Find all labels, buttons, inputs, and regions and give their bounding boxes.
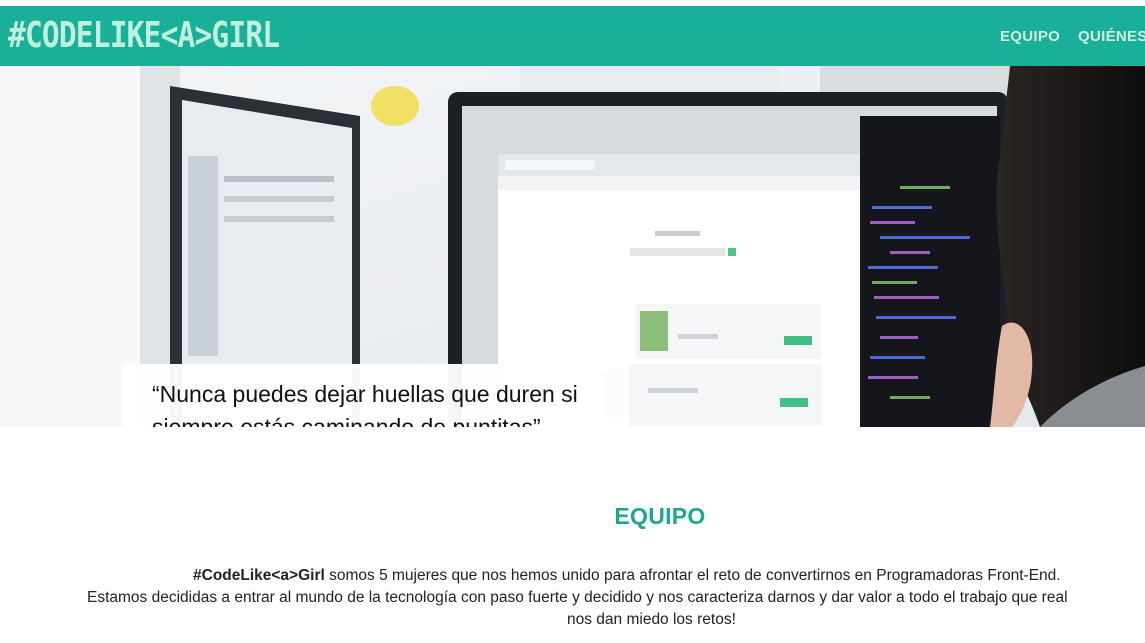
quote-card: “Nunca puedes dejar huellas que duren si… [122,364,629,427]
nav-link-equipo[interactable]: EQUIPO [1000,28,1060,45]
hero-quote: “Nunca puedes dejar huellas que duren si… [152,381,578,427]
nav-link-quienes[interactable]: QUIÉNES [1078,28,1145,45]
site-logo[interactable]: #CODELIKE<A>GIRL [8,16,280,56]
navbar: #CODELIKE<A>GIRL EQUIPO QUIÉNES [0,6,1145,66]
about-line-3: nos dan miedo los retos! [567,611,736,628]
section-title-equipo: EQUIPO [614,503,706,530]
about-line-1: #CodeLike<a>Girl somos 5 mujeres que nos… [193,565,1061,586]
about-line-1-text: somos 5 mujeres que nos hemos unido para… [324,567,1061,584]
about-line-2: Estamos decididas a entrar al mundo de l… [87,589,1068,606]
hero-banner: “Nunca puedes dejar huellas que duren si… [0,66,1145,427]
brand-name: #CodeLike<a>Girl [193,567,325,584]
